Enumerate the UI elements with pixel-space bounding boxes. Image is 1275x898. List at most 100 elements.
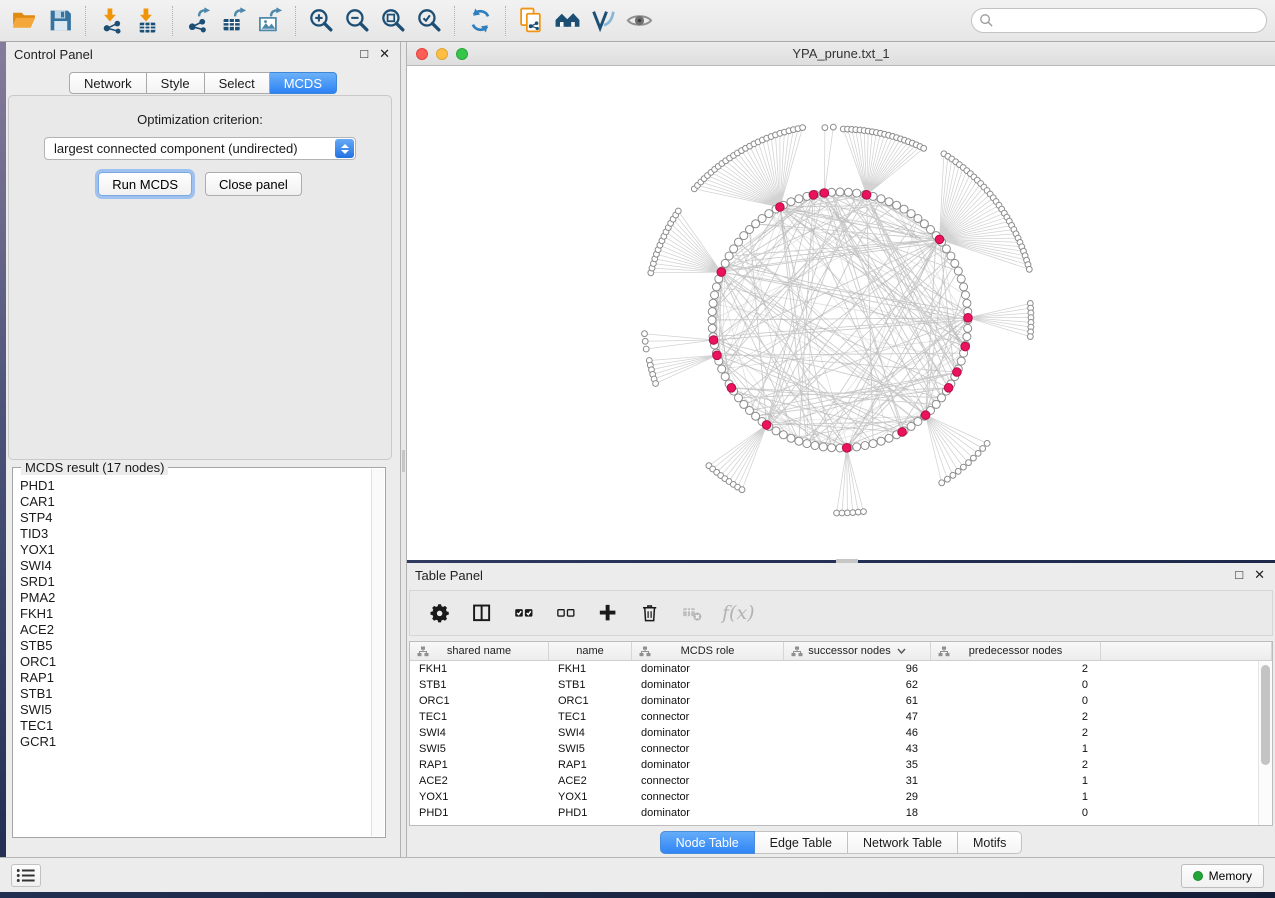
network-node[interactable] <box>877 195 885 203</box>
table-row[interactable]: PHD1PHD1dominator180 <box>410 805 1258 821</box>
satellite-node[interactable] <box>955 468 961 474</box>
mcds-hub-node[interactable] <box>762 421 771 430</box>
network-node[interactable] <box>951 259 959 267</box>
close-panel-button[interactable]: Close panel <box>205 172 302 196</box>
export-network-button[interactable] <box>180 4 216 38</box>
network-node[interactable] <box>712 283 720 291</box>
table-row[interactable]: SWI5SWI5connector431 <box>410 741 1258 757</box>
network-node[interactable] <box>711 291 719 299</box>
network-node[interactable] <box>787 198 795 206</box>
zoom-out-button[interactable] <box>339 4 375 38</box>
optimization-criterion-select[interactable]: largest connected component (undirected) <box>44 137 356 160</box>
mcds-list-scrollbar[interactable] <box>371 469 384 836</box>
satellite-node[interactable] <box>975 451 981 457</box>
mcds-result-item[interactable]: ACE2 <box>14 622 371 638</box>
column-header-shared-name[interactable]: shared name <box>410 642 549 660</box>
refresh-layout-button[interactable] <box>462 4 498 38</box>
network-node[interactable] <box>954 267 962 275</box>
satellite-node[interactable] <box>950 472 956 478</box>
clone-network-button[interactable] <box>513 4 549 38</box>
network-overview-button[interactable] <box>549 4 585 38</box>
network-node[interactable] <box>900 205 908 213</box>
mcds-hub-node[interactable] <box>944 384 953 393</box>
open-file-button[interactable] <box>6 4 42 38</box>
mcds-hub-node[interactable] <box>820 189 829 198</box>
satellite-node[interactable] <box>739 487 745 493</box>
network-node[interactable] <box>828 444 836 452</box>
column-header-predecessor-nodes[interactable]: predecessor nodes <box>931 642 1101 660</box>
satellite-node[interactable] <box>984 441 990 447</box>
mcds-result-list[interactable]: PHD1CAR1STP4TID3YOX1SWI4SRD1PMA2FKH1ACE2… <box>14 469 371 836</box>
mcds-hub-node[interactable] <box>935 235 944 244</box>
network-node[interactable] <box>957 357 965 365</box>
network-node[interactable] <box>962 291 970 299</box>
network-node[interactable] <box>885 434 893 442</box>
mcds-result-item[interactable]: YOX1 <box>14 542 371 558</box>
network-node[interactable] <box>772 427 780 435</box>
network-node[interactable] <box>964 324 972 332</box>
network-node[interactable] <box>844 188 852 196</box>
network-node[interactable] <box>853 189 861 197</box>
tab-style[interactable]: Style <box>147 72 205 94</box>
network-node[interactable] <box>721 373 729 381</box>
mcds-hub-node[interactable] <box>921 411 930 420</box>
table-row[interactable]: YOX1YOX1connector291 <box>410 789 1258 805</box>
float-panel-icon[interactable]: □ <box>360 45 368 62</box>
mcds-result-item[interactable]: ORC1 <box>14 654 371 670</box>
task-history-button[interactable] <box>11 864 41 887</box>
mcds-hub-node[interactable] <box>953 368 962 377</box>
network-node[interactable] <box>893 201 901 209</box>
close-window-icon[interactable] <box>416 48 428 60</box>
satellite-node[interactable] <box>642 331 648 337</box>
satellite-node[interactable] <box>861 509 867 515</box>
mcds-hub-node[interactable] <box>842 444 851 453</box>
minimize-window-icon[interactable] <box>436 48 448 60</box>
network-node[interactable] <box>942 245 950 253</box>
table-scrollbar-thumb[interactable] <box>1261 665 1270 765</box>
mcds-hub-node[interactable] <box>862 191 871 200</box>
mcds-result-item[interactable]: FKH1 <box>14 606 371 622</box>
mcds-hub-node[interactable] <box>809 191 818 200</box>
mcds-result-item[interactable]: STB5 <box>14 638 371 654</box>
delete-column-button[interactable] <box>638 601 663 626</box>
zoom-selected-button[interactable] <box>411 4 447 38</box>
show-columns-button[interactable] <box>470 601 495 626</box>
network-node[interactable] <box>963 299 971 307</box>
network-node[interactable] <box>708 324 716 332</box>
table-row[interactable]: FKH1FKH1dominator962 <box>410 661 1258 677</box>
tab-edge-table[interactable]: Edge Table <box>755 831 848 854</box>
satellite-node[interactable] <box>850 510 856 516</box>
new-column-button[interactable] <box>596 601 621 626</box>
vertical-splitter[interactable] <box>400 42 407 857</box>
network-node[interactable] <box>963 333 971 341</box>
table-row[interactable]: SWI4SWI4dominator462 <box>410 725 1258 741</box>
mcds-result-item[interactable]: SRD1 <box>14 574 371 590</box>
table-mode-button[interactable] <box>428 601 453 626</box>
satellite-node[interactable] <box>939 480 945 486</box>
network-node[interactable] <box>947 252 955 260</box>
table-row[interactable]: TEC1TEC1connector472 <box>410 709 1258 725</box>
network-node[interactable] <box>709 299 717 307</box>
mcds-result-item[interactable]: CAR1 <box>14 494 371 510</box>
satellite-node[interactable] <box>830 124 836 130</box>
mcds-hub-node[interactable] <box>961 342 970 351</box>
satellite-node[interactable] <box>966 460 972 466</box>
mcds-result-item[interactable]: RAP1 <box>14 670 371 686</box>
mcds-result-item[interactable]: SWI4 <box>14 558 371 574</box>
network-node[interactable] <box>721 259 729 267</box>
style-tool-button[interactable] <box>585 4 621 38</box>
tab-mcds[interactable]: MCDS <box>270 72 337 94</box>
satellite-node[interactable] <box>675 208 681 214</box>
network-window-titlebar[interactable]: YPA_prune.txt_1 <box>407 42 1275 66</box>
satellite-node[interactable] <box>1026 266 1032 272</box>
network-node[interactable] <box>779 431 787 439</box>
horizontal-splitter-grip[interactable] <box>836 559 858 563</box>
satellite-node[interactable] <box>653 381 659 387</box>
tab-network-table[interactable]: Network Table <box>848 831 958 854</box>
network-node[interactable] <box>836 188 844 196</box>
network-node[interactable] <box>907 422 915 430</box>
table-row[interactable]: RAP1RAP1dominator352 <box>410 757 1258 773</box>
import-table-button[interactable] <box>129 4 165 38</box>
mcds-hub-node[interactable] <box>727 384 736 393</box>
satellite-node[interactable] <box>971 455 977 461</box>
